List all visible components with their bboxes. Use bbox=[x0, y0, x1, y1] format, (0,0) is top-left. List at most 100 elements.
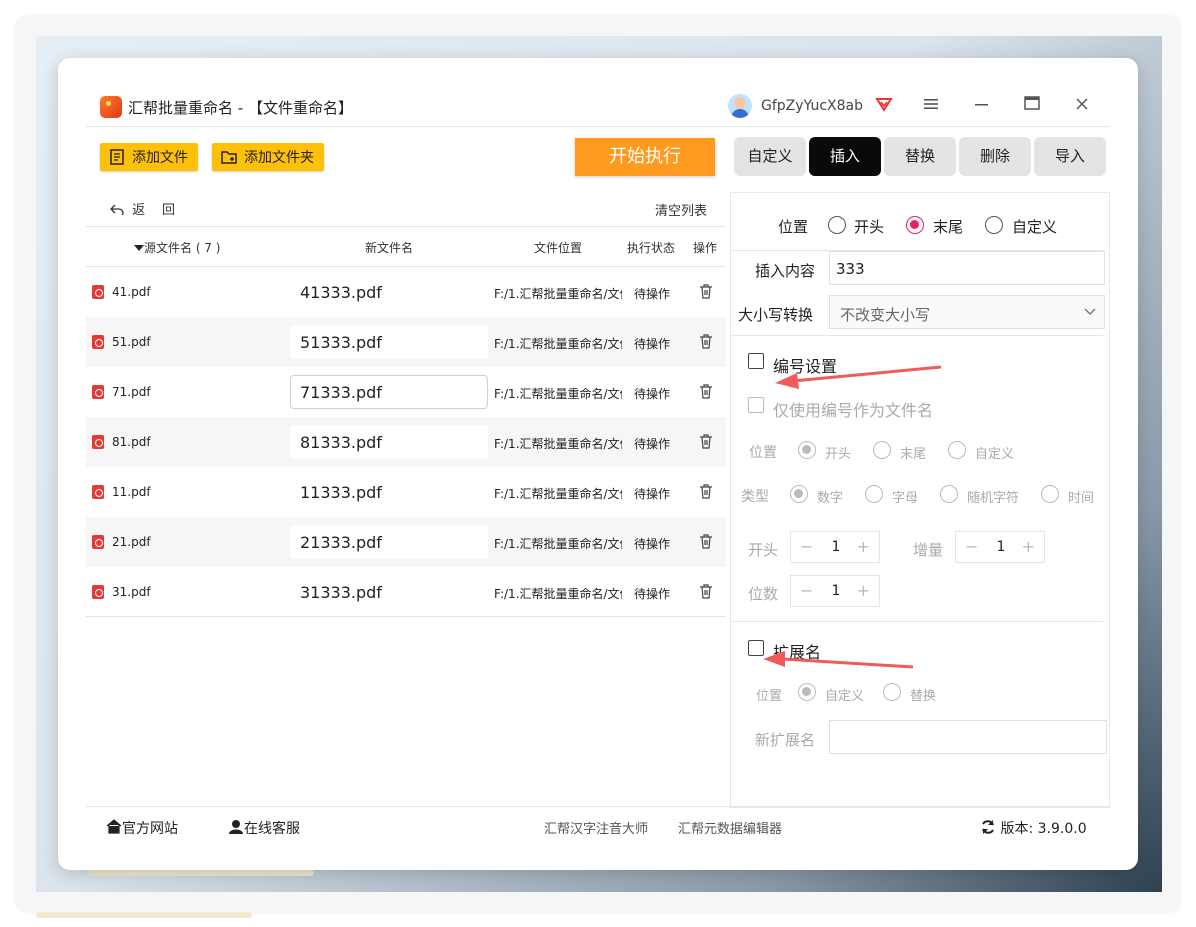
table-row[interactable]: 41.pdf 41333.pdf F:/1.汇帮批量重命名/文件 待操作 bbox=[86, 267, 726, 317]
title-bar: 汇帮批量重命名 - 【文件重命名】 GfpZyYucX8ab bbox=[58, 58, 1138, 126]
tab-custom[interactable]: 自定义 bbox=[734, 137, 806, 176]
column-status: 执行状态 bbox=[627, 241, 676, 255]
table-row[interactable]: 71.pdf 71333.pdf F:/1.汇帮批量重命名/文件 待操作 bbox=[86, 367, 726, 417]
footer-link-pinyin[interactable]: 汇帮汉字注音大师 bbox=[544, 818, 648, 837]
tab-delete[interactable]: 删除 bbox=[959, 137, 1031, 176]
menu-icon[interactable] bbox=[920, 94, 942, 116]
undo-icon bbox=[110, 204, 124, 218]
annotation-arrows bbox=[763, 365, 942, 669]
trash-icon[interactable] bbox=[698, 583, 714, 599]
file-location: F:/1.汇帮批量重命名/文件 bbox=[494, 287, 622, 301]
source-filename: 71.pdf bbox=[112, 385, 151, 399]
file-location: F:/1.汇帮批量重命名/文件 bbox=[494, 487, 622, 501]
back-label-2[interactable]: 回 bbox=[162, 199, 175, 218]
minimize-icon[interactable] bbox=[971, 94, 993, 116]
execution-status: 待操作 bbox=[634, 387, 671, 401]
execution-status: 待操作 bbox=[634, 337, 671, 351]
column-action: 操作 bbox=[693, 241, 718, 255]
source-filename: 51.pdf bbox=[112, 335, 151, 349]
pdf-file-icon bbox=[92, 285, 104, 299]
app-window: 汇帮批量重命名 - 【文件重命名】 GfpZyYucX8ab 添加文件 添加文件… bbox=[58, 58, 1138, 870]
home-icon bbox=[106, 819, 122, 834]
app-title: 汇帮批量重命名 - 【文件重命名】 bbox=[128, 99, 353, 117]
start-button[interactable]: 开始执行 bbox=[575, 138, 715, 176]
table-row[interactable]: 31.pdf 31333.pdf F:/1.汇帮批量重命名/文件 待操作 bbox=[86, 567, 726, 617]
new-filename: 41333.pdf bbox=[300, 283, 382, 302]
maximize-icon[interactable] bbox=[1021, 94, 1043, 116]
pdf-file-icon bbox=[92, 435, 104, 449]
trash-icon[interactable] bbox=[698, 433, 714, 449]
table-row[interactable]: 51.pdf 51333.pdf F:/1.汇帮批量重命名/文件 待操作 bbox=[86, 317, 726, 367]
arrow-annotation bbox=[763, 651, 914, 669]
trash-icon[interactable] bbox=[698, 533, 714, 549]
divider bbox=[86, 226, 726, 227]
app-logo-icon bbox=[100, 96, 122, 118]
execution-status: 待操作 bbox=[634, 287, 671, 301]
column-source[interactable]: 源文件名 ( 7 ) bbox=[134, 239, 220, 256]
new-filename: 21333.pdf bbox=[300, 533, 382, 552]
add-folder-label: 添加文件夹 bbox=[244, 150, 314, 166]
close-icon[interactable] bbox=[1071, 94, 1093, 116]
pdf-file-icon bbox=[92, 585, 104, 599]
table-row[interactable]: 81.pdf 81333.pdf F:/1.汇帮批量重命名/文件 待操作 bbox=[86, 417, 726, 467]
new-filename: 81333.pdf bbox=[300, 433, 382, 452]
divider bbox=[86, 806, 1110, 807]
tab-replace[interactable]: 替换 bbox=[884, 137, 956, 176]
sort-down-icon bbox=[134, 245, 144, 251]
avatar[interactable] bbox=[728, 94, 752, 118]
desktop-decoration bbox=[88, 870, 314, 876]
source-filename: 11.pdf bbox=[112, 485, 151, 499]
execution-status: 待操作 bbox=[634, 487, 671, 501]
new-filename: 11333.pdf bbox=[300, 483, 382, 502]
username[interactable]: GfpZyYucX8ab bbox=[761, 98, 863, 114]
add-folder-icon bbox=[221, 151, 237, 164]
tab-insert[interactable]: 插入 bbox=[809, 137, 881, 176]
execution-status: 待操作 bbox=[634, 537, 671, 551]
file-location: F:/1.汇帮批量重命名/文件 bbox=[494, 437, 622, 451]
arrow-annotation bbox=[775, 365, 942, 389]
new-filename: 71333.pdf bbox=[300, 383, 382, 402]
file-location: F:/1.汇帮批量重命名/文件 bbox=[494, 387, 622, 401]
trash-icon[interactable] bbox=[698, 333, 714, 349]
source-filename: 41.pdf bbox=[112, 285, 151, 299]
add-folder-button[interactable]: 添加文件夹 bbox=[212, 143, 324, 171]
trash-icon[interactable] bbox=[698, 483, 714, 499]
footer-link-metadata[interactable]: 汇帮元数据编辑器 bbox=[678, 818, 782, 837]
table-row[interactable]: 21.pdf 21333.pdf F:/1.汇帮批量重命名/文件 待操作 bbox=[86, 517, 726, 567]
back-label: 返 bbox=[132, 203, 146, 218]
pdf-file-icon bbox=[92, 485, 104, 499]
new-filename: 51333.pdf bbox=[300, 333, 382, 352]
pdf-file-icon bbox=[92, 535, 104, 549]
new-filename: 31333.pdf bbox=[300, 583, 382, 602]
add-file-label: 添加文件 bbox=[132, 150, 188, 166]
website-link[interactable]: 官方网站 bbox=[106, 818, 178, 838]
file-location: F:/1.汇帮批量重命名/文件 bbox=[494, 337, 622, 351]
support-icon bbox=[229, 820, 243, 834]
execution-status: 待操作 bbox=[634, 437, 671, 451]
add-file-button[interactable]: 添加文件 bbox=[100, 143, 198, 171]
file-location: F:/1.汇帮批量重命名/文件 bbox=[494, 537, 622, 551]
source-filename: 21.pdf bbox=[112, 535, 151, 549]
file-location: F:/1.汇帮批量重命名/文件 bbox=[494, 587, 622, 601]
clear-list-button[interactable]: 清空列表 bbox=[655, 200, 707, 219]
tab-import[interactable]: 导入 bbox=[1034, 137, 1106, 176]
support-link[interactable]: 在线客服 bbox=[228, 818, 300, 838]
column-location: 文件位置 bbox=[534, 241, 583, 255]
table-row[interactable]: 11.pdf 11333.pdf F:/1.汇帮批量重命名/文件 待操作 bbox=[86, 467, 726, 517]
pdf-file-icon bbox=[92, 335, 104, 349]
column-new-name: 新文件名 bbox=[365, 241, 414, 255]
version-info[interactable]: 版本: 3.9.0.0 bbox=[980, 818, 1087, 838]
back-button[interactable]: 返 bbox=[110, 199, 145, 218]
execution-status: 待操作 bbox=[634, 587, 671, 601]
desktop-decoration bbox=[36, 912, 252, 918]
insert-settings-panel: 位置 开头 末尾 自定义 插入内容 333 大小写转换 不改变大小写 编号设置 … bbox=[730, 192, 1110, 808]
pdf-file-icon bbox=[92, 385, 104, 399]
source-filename: 31.pdf bbox=[112, 585, 151, 599]
trash-icon[interactable] bbox=[698, 383, 714, 399]
vip-icon[interactable] bbox=[875, 95, 893, 113]
refresh-icon bbox=[982, 820, 994, 834]
trash-icon[interactable] bbox=[698, 283, 714, 299]
add-file-icon bbox=[110, 149, 124, 165]
source-filename: 81.pdf bbox=[112, 435, 151, 449]
divider bbox=[86, 126, 1110, 127]
